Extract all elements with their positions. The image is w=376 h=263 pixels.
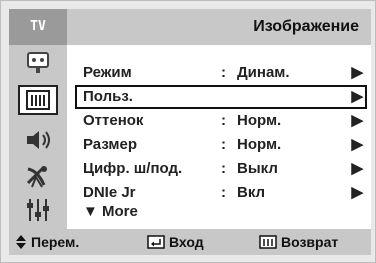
help-move-label: Перем.	[31, 234, 80, 250]
menu-item-label: Режим	[83, 64, 132, 81]
menu-item-mode[interactable]: Режим : Динам. ▶	[75, 61, 367, 85]
help-move: Перем.	[15, 229, 79, 255]
menu-item-value: Динам.	[237, 64, 290, 81]
menu-item-dnie[interactable]: DNIe Jr : Вкл ▶	[75, 181, 367, 205]
menu-item-custom[interactable]: Польз. ▶	[75, 85, 367, 109]
channel-icon[interactable]	[18, 161, 58, 191]
menu-item-value: Норм.	[237, 112, 282, 129]
menu-item-digital-nr[interactable]: Цифр. ш/под. : Выкл ▶	[75, 157, 367, 181]
help-bar: Перем. Вход Возврат	[9, 229, 371, 255]
arrow-right-icon: ▶	[351, 184, 363, 201]
input-icon[interactable]	[18, 49, 58, 79]
arrow-right-icon: ▶	[351, 88, 363, 105]
enter-icon	[147, 235, 165, 249]
category-sidebar	[9, 45, 67, 229]
menu-item-label: Размер	[83, 136, 138, 153]
tv-osd-window: TV Изображение Режим: Динам. ▶ Польз. ▶…	[0, 0, 376, 263]
menu-item-value: Вкл	[237, 184, 266, 201]
arrow-right-icon: ▶	[351, 160, 363, 177]
sound-icon[interactable]	[18, 125, 58, 155]
menu-item-value: Выкл	[237, 160, 278, 177]
up-down-arrow-icon	[16, 235, 26, 249]
title-bar: TV Изображение	[9, 9, 371, 45]
setup-icon[interactable]	[18, 195, 58, 225]
menu-item-tint[interactable]: Оттенок : Норм. ▶	[75, 109, 367, 133]
menu-item-label: Польз.	[83, 88, 133, 105]
menu-item-value: Норм.	[237, 136, 282, 153]
source-tag: TV	[9, 9, 67, 45]
picture-icon[interactable]	[18, 85, 58, 115]
help-return-label: Возврат	[281, 234, 339, 250]
help-return: Возврат	[259, 229, 338, 255]
menu-item-label: Цифр. ш/под.	[83, 160, 183, 177]
help-enter-label: Вход	[169, 234, 204, 250]
menu-item-label: DNIe Jr	[83, 184, 136, 201]
more-indicator[interactable]: ▼ More	[83, 203, 138, 220]
menu-item-label: Оттенок	[83, 112, 144, 129]
arrow-right-icon: ▶	[351, 112, 363, 129]
arrow-right-icon: ▶	[351, 136, 363, 153]
help-enter: Вход	[147, 229, 204, 255]
menu-item-size[interactable]: Размер : Норм. ▶	[75, 133, 367, 157]
menu-title: Изображение	[253, 18, 359, 35]
arrow-right-icon: ▶	[351, 64, 363, 81]
menu-icon	[259, 235, 277, 249]
picture-menu: Режим : Динам. ▶ Польз. ▶ Оттенок : Норм…	[67, 45, 371, 229]
